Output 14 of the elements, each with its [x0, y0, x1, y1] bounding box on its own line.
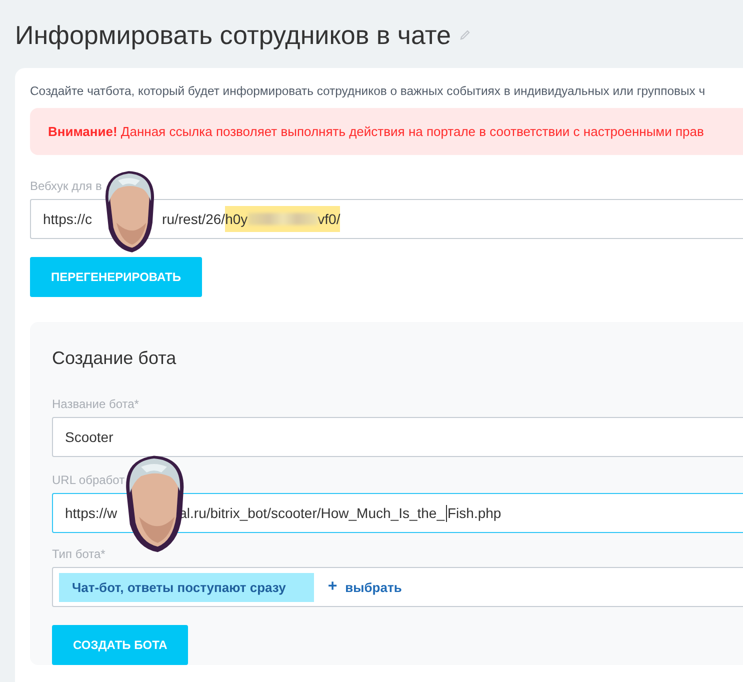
- field-label: URL обработ: [52, 473, 126, 487]
- selected-tag[interactable]: Чат-бот, ответы поступают сразу: [59, 572, 314, 602]
- field-label: Название бота*: [52, 397, 140, 411]
- plus-icon: +: [328, 578, 338, 596]
- page-title: Информировать сотрудников в чате: [15, 20, 451, 50]
- select-link[interactable]: выбрать: [345, 580, 402, 594]
- section-title: Создание бота: [52, 348, 178, 369]
- warning-text: Внимание! Данная ссылка позволяет выполнять действия на портале в соответствии с настроенными прав: [48, 124, 704, 139]
- field-label: Вебхук для в: [30, 179, 103, 193]
- bot-name-field[interactable]: Scooter: [52, 417, 743, 457]
- pencil-icon[interactable]: [458, 29, 471, 41]
- field-label: Тип бота*: [52, 547, 106, 561]
- webhook-field[interactable]: https://c ru/rest/26/h0y vf0/: [30, 199, 743, 239]
- description-text: Создайте чатбота, который будет информировать сотрудников о важных событиях в индивидуальных или групповых ч: [30, 84, 706, 98]
